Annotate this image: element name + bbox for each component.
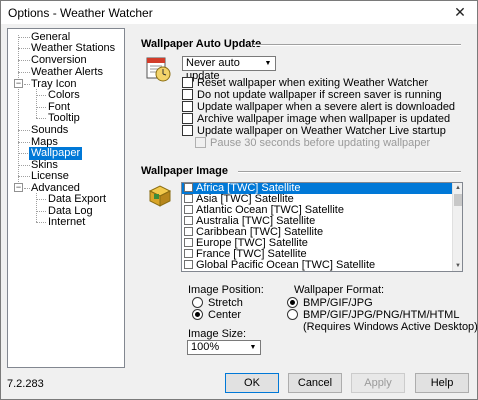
- wallpaper-image-list[interactable]: Africa [TWC] Satellite Asia [TWC] Satell…: [181, 182, 463, 272]
- active-desktop-note: (Requires Windows Active Desktop): [303, 321, 478, 333]
- version-label: 7.2.283: [7, 378, 44, 390]
- title-bar: Options - Weather Watcher ✕: [1, 1, 477, 24]
- position-center-radio[interactable]: Center: [192, 309, 241, 322]
- collapse-tray-icon-expander[interactable]: −: [14, 79, 23, 88]
- auto-update-select[interactable]: Never auto update ▼: [182, 56, 276, 82]
- image-size-select[interactable]: 100% ▼: [187, 340, 261, 355]
- chevron-down-icon: ▼: [264, 60, 272, 67]
- wallpaper-image-heading: Wallpaper Image: [141, 165, 229, 177]
- auto-update-divider: [253, 44, 461, 46]
- image-size-label: Image Size:: [188, 328, 247, 340]
- list-item[interactable]: Global Pacific Ocean [TWC] Satellite: [182, 260, 462, 271]
- collapse-advanced-expander[interactable]: −: [14, 183, 23, 192]
- ok-button[interactable]: OK: [225, 373, 279, 393]
- scroll-up-icon[interactable]: ▲: [453, 183, 462, 193]
- image-position-label: Image Position:: [188, 284, 264, 296]
- pause-before-update-checkbox[interactable]: Pause 30 seconds before updating wallpap…: [195, 137, 430, 150]
- calendar-clock-icon: [144, 55, 172, 83]
- scroll-down-icon[interactable]: ▼: [453, 261, 462, 271]
- wallpaper-format-label: Wallpaper Format:: [294, 284, 385, 296]
- auto-update-heading: Wallpaper Auto Update: [141, 38, 262, 50]
- options-tree[interactable]: General Weather Stations Conversion Weat…: [7, 28, 125, 368]
- picture-box-icon: [146, 181, 174, 209]
- cancel-button[interactable]: Cancel: [288, 373, 342, 393]
- list-scrollbar[interactable]: ▲ ▼: [452, 183, 462, 271]
- chevron-down-icon: ▼: [249, 344, 257, 351]
- tree-item-internet[interactable]: Internet: [48, 216, 85, 229]
- options-window: Options - Weather Watcher ✕ General Weat…: [0, 0, 478, 400]
- help-button[interactable]: Help: [415, 373, 469, 393]
- apply-button[interactable]: Apply: [351, 373, 405, 393]
- scroll-thumb[interactable]: [454, 194, 462, 206]
- window-title: Options - Weather Watcher: [8, 6, 153, 20]
- wallpaper-image-divider: [238, 171, 461, 173]
- close-icon[interactable]: ✕: [443, 1, 477, 24]
